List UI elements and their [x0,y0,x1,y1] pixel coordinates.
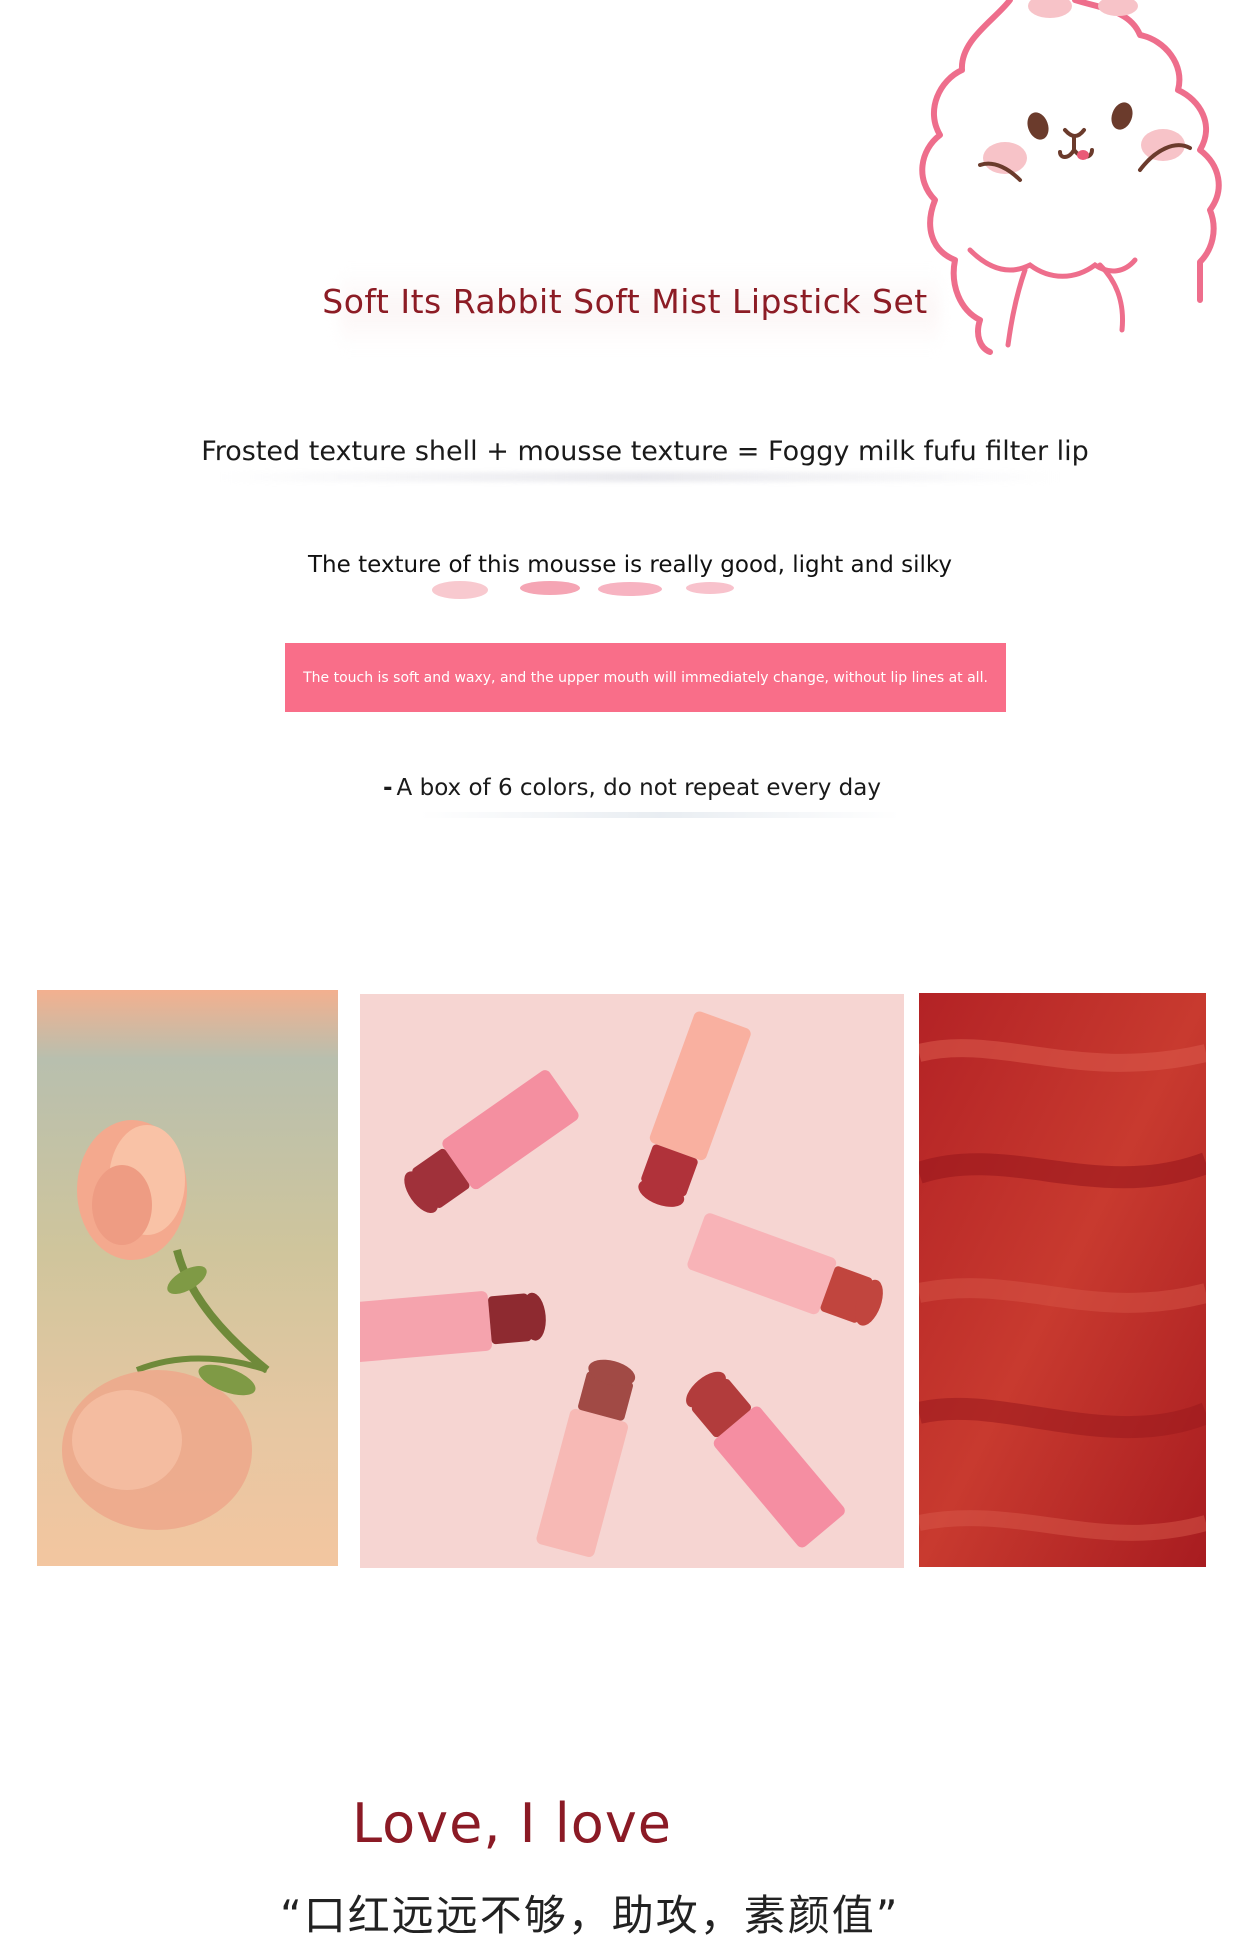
footer-headline: Love, I love [352,1792,672,1855]
highlight-banner: The touch is soft and waxy, and the uppe… [285,643,1006,712]
red-swatch-photo-icon [919,993,1206,1567]
texture-note-text: The texture of this mousse is really goo… [308,552,952,578]
bullet-dash: - [383,775,393,801]
colors-note: -A box of 6 colors, do not repeat every … [0,775,1240,801]
banner-text: The touch is soft and waxy, and the uppe… [303,669,988,686]
divider [420,812,900,818]
decorative-smudges [432,581,734,599]
divider [220,472,1060,482]
texture-formula-text: Frosted texture shell + mousse texture =… [201,436,1089,467]
rose-photo-icon [37,990,338,1566]
colors-note-text: A box of 6 colors, do not repeat every d… [396,775,881,801]
page-title: Soft Its Rabbit Soft Mist Lipstick Set [322,282,928,321]
lipsticks-photo-icon [360,994,904,1568]
footer-quote: “口红远远不够，助攻，素颜值” [280,1891,900,1940]
